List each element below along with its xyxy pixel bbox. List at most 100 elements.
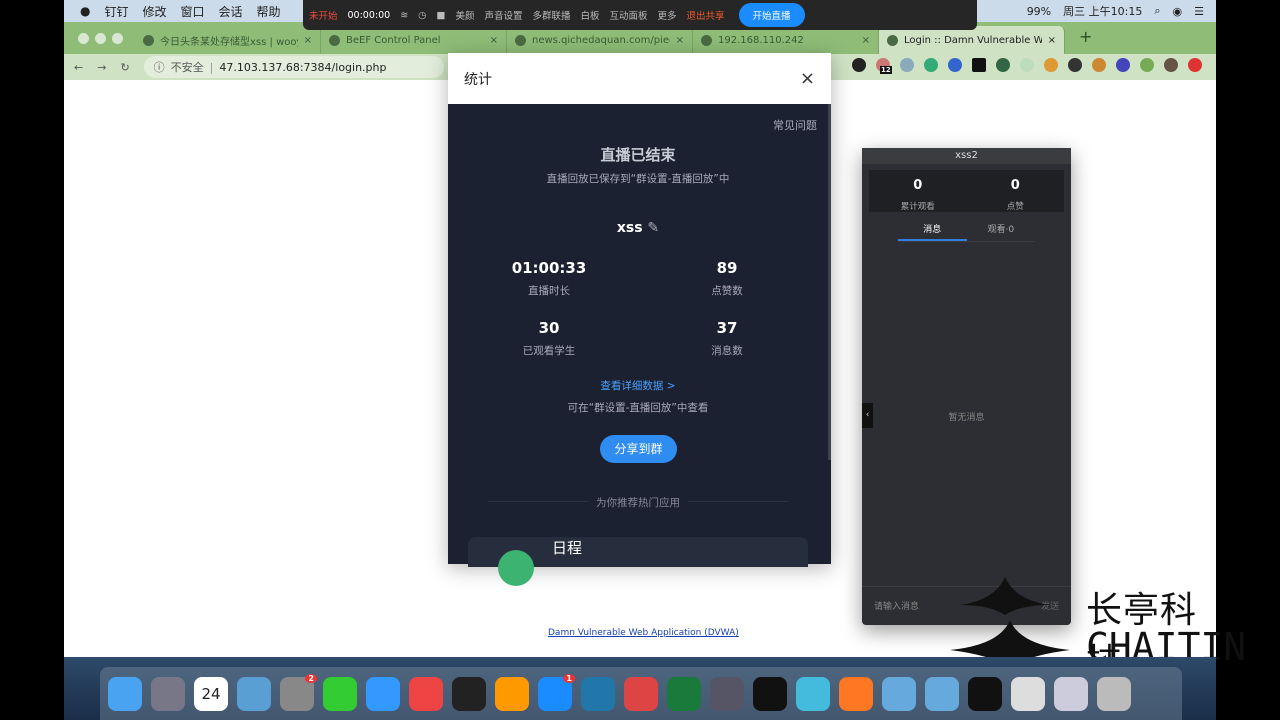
cookie-icon[interactable] — [1044, 58, 1058, 72]
app-card-schedule[interactable]: 日程 — [468, 537, 808, 586]
beauty-button[interactable]: 美颜 — [455, 8, 474, 22]
update-icon[interactable] — [1188, 58, 1202, 72]
audio-settings-button[interactable]: 声音设置 — [484, 8, 522, 22]
more-button[interactable]: 更多 — [658, 8, 677, 22]
battery-status[interactable]: 99% — [1027, 5, 1051, 18]
sublime-icon[interactable] — [495, 676, 529, 711]
multi-group-button[interactable]: 多群联播 — [532, 8, 570, 22]
live-status: 未开始 — [309, 11, 338, 22]
back-icon[interactable]: ← — [74, 61, 83, 74]
wireshark-icon[interactable] — [710, 676, 744, 711]
clock-icon[interactable]: ◷ — [418, 10, 426, 21]
tab-close-icon[interactable]: × — [490, 35, 498, 46]
scrollbar[interactable] — [828, 104, 831, 460]
extension-icon[interactable]: 12 — [876, 58, 892, 74]
safari-icon[interactable] — [366, 676, 400, 711]
terminal-icon[interactable] — [452, 676, 486, 711]
clock[interactable]: 周三 上午10:15 — [1063, 3, 1142, 19]
extension-icon[interactable] — [852, 58, 866, 72]
tab-messages[interactable]: 消息 — [898, 218, 967, 241]
launchpad-icon[interactable] — [151, 676, 185, 711]
keynote-icon[interactable] — [237, 676, 271, 711]
menu-edit[interactable]: 修改 — [143, 3, 167, 20]
extension-icon[interactable] — [900, 58, 914, 72]
details-hint: 可在“群设置-直播回放”中查看 — [567, 402, 709, 414]
modal-title: 统计 — [464, 71, 492, 88]
powerpoint-icon[interactable] — [624, 676, 658, 711]
finder-icon[interactable] — [108, 676, 142, 711]
tab-close-icon[interactable]: × — [304, 35, 312, 46]
dingtalk-icon[interactable]: 1 — [538, 673, 575, 711]
forward-icon[interactable]: → — [97, 61, 106, 74]
chrome-icon[interactable] — [409, 676, 443, 711]
vue-devtools-icon[interactable] — [924, 58, 938, 72]
virtualbox-icon[interactable] — [796, 676, 830, 711]
window-controls[interactable] — [78, 33, 123, 44]
extensions: 12 — [852, 58, 1202, 74]
collapse-panel-icon[interactable]: ‹ — [862, 403, 873, 428]
share-to-group-button[interactable]: 分享到群 — [600, 435, 677, 463]
excel-icon[interactable] — [667, 676, 701, 711]
wechat-icon[interactable] — [323, 676, 357, 711]
menu-help[interactable]: 帮助 — [257, 3, 281, 20]
live-side-panel: xss2 0 累计观看 0 点赞 消息 观看·0 暂无消息 请输入消息 发送 — [862, 148, 1071, 625]
terminal-icon[interactable] — [753, 676, 787, 711]
trash-icon[interactable] — [1097, 676, 1131, 711]
extension-icon[interactable] — [1092, 58, 1106, 72]
interaction-panel-button[interactable]: 互动面板 — [610, 8, 648, 22]
tab-dvwa-login[interactable]: Login :: Damn Vulnerable Web A× — [879, 26, 1065, 54]
window-thumbnail-icon[interactable] — [1011, 676, 1045, 711]
spotlight-search-icon[interactable]: ⌕ — [1154, 4, 1160, 18]
siri-icon[interactable]: ◉ — [1173, 5, 1183, 18]
notification-center-icon[interactable]: ☰ — [1194, 5, 1204, 18]
extension-icon[interactable] — [1020, 58, 1034, 72]
close-icon[interactable]: × — [800, 68, 815, 89]
new-tab-button[interactable]: + — [1079, 27, 1092, 46]
exit-share-button[interactable]: 退出共享 — [687, 8, 725, 22]
live-name: xss ✎ — [616, 220, 660, 236]
apple-icon[interactable]: ● — [80, 4, 90, 18]
tab-close-icon[interactable]: × — [676, 35, 684, 46]
replay-saved-text: 直播回放已保存到“群设置-直播回放”中 — [546, 173, 730, 185]
folder-icon[interactable] — [882, 676, 916, 711]
tab-viewers[interactable]: 观看·0 — [967, 218, 1036, 241]
menu-window[interactable]: 窗口 — [181, 3, 205, 20]
live-ended-heading: 直播已结束 — [600, 146, 676, 164]
tab-close-icon[interactable]: × — [862, 35, 870, 46]
faq-link[interactable]: 常见问题 — [773, 117, 817, 133]
tab-192-168[interactable]: 192.168.110.242 × — [693, 26, 879, 54]
extension-icon[interactable] — [996, 58, 1010, 72]
window-thumbnail-icon[interactable] — [968, 676, 1002, 711]
address-bar[interactable]: ⓘ 不安全 | 47.103.137.68:7384/login.php — [143, 56, 444, 78]
tab-wooyun[interactable]: 今日头条某处存储型xss | wooyun× — [135, 26, 321, 54]
url-text[interactable]: 47.103.137.68:7384/login.php — [219, 61, 386, 74]
view-details-link[interactable]: 查看详细数据 > — [448, 378, 828, 393]
menu-session[interactable]: 会话 — [219, 3, 243, 20]
extension-icon[interactable] — [948, 58, 962, 72]
extension-icon[interactable] — [1116, 58, 1130, 72]
info-icon[interactable]: ⓘ — [154, 59, 165, 75]
menu-dingtalk[interactable]: 钉钉 — [104, 3, 128, 20]
camera-icon[interactable]: ■ — [436, 10, 445, 21]
edit-icon[interactable]: ✎ — [647, 220, 659, 236]
tab-beef[interactable]: BeEF Control Panel × — [321, 26, 507, 54]
stat-messages: 37 消息数 — [711, 319, 743, 357]
extension-icon[interactable] — [1068, 58, 1082, 72]
window-thumbnail-icon[interactable] — [1054, 676, 1088, 711]
profile-avatar[interactable] — [1164, 58, 1178, 72]
whiteboard-button[interactable]: 白板 — [580, 8, 599, 22]
remote-desktop-icon[interactable] — [581, 676, 615, 711]
calendar-icon[interactable]: 24 — [194, 676, 228, 711]
firefox-icon[interactable] — [839, 676, 873, 711]
modal-body: 常见问题 直播已结束 直播回放已保存到“群设置-直播回放”中 xss ✎ 01:… — [448, 104, 831, 586]
start-live-button[interactable]: 开始直播 — [738, 3, 805, 27]
tab-qichedaquan[interactable]: news.qichedaquan.com/piece/...× — [507, 26, 693, 54]
extension-h-icon[interactable] — [972, 58, 986, 72]
system-preferences-icon[interactable]: 2 — [280, 673, 317, 711]
chaitin-logo-icon — [950, 577, 1070, 667]
extension-icon[interactable] — [1140, 58, 1154, 72]
reload-icon[interactable]: ↻ — [120, 61, 129, 74]
dvwa-footer-link[interactable]: Damn Vulnerable Web Application (DVWA) — [548, 628, 739, 638]
downloads-folder-icon[interactable] — [925, 676, 959, 711]
tab-close-icon[interactable]: × — [1048, 35, 1056, 46]
